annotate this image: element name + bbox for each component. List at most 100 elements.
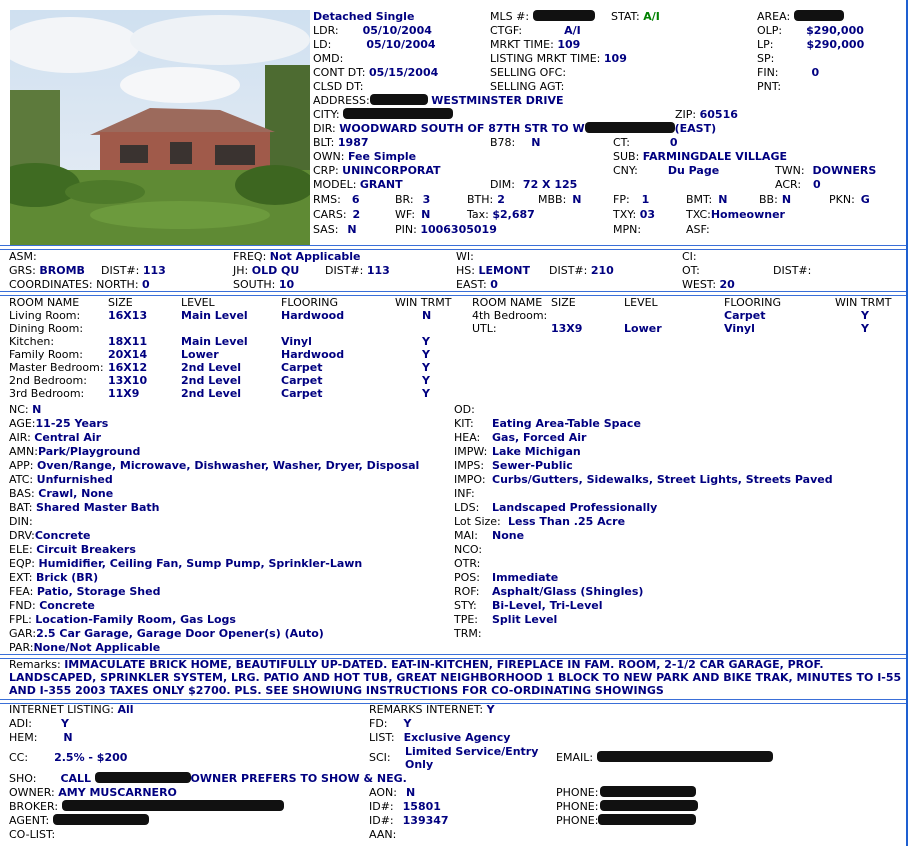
room-level: Lower [181, 348, 219, 361]
room-flooring: Hardwood [281, 309, 345, 322]
feature-item: IMPW: Lake Michigan [454, 445, 581, 458]
room-size: 13X10 [108, 374, 148, 387]
feature-item: AIR: Central Air [9, 431, 102, 444]
closed-date-field: CLSD DT: [313, 80, 364, 93]
room-flooring: Vinyl [724, 322, 755, 335]
baths-field: BTH: 2 [467, 193, 505, 206]
feature-item: INF: [454, 487, 475, 500]
area: AREA: [757, 10, 844, 24]
feature-item: BAT: Shared Master Bath [9, 501, 160, 514]
showing-instructions-field: SHO: CALL OWNER PREFERS TO SHOW & NEG. [9, 772, 407, 785]
room-name: Living Room: [9, 309, 81, 322]
room-name: 2nd Bedroom: [9, 374, 87, 387]
room-win-trmt: Y [422, 387, 430, 400]
room-flooring: Hardwood [281, 348, 345, 361]
high-school-district: DIST#: 210 [549, 264, 614, 277]
ot-district: DIST#: [773, 264, 812, 277]
room-win-trmt: Y [861, 322, 869, 335]
olp-field: OLP: $290,000 [757, 24, 864, 37]
feature-item: TPE: Split Level [454, 613, 558, 626]
rooms-header-win-2: WIN TRMT [835, 296, 892, 309]
feature-item: OTR: [454, 557, 481, 570]
email-field: EMAIL: [556, 751, 773, 765]
feature-item: ROF: Asphalt/Glass (Shingles) [454, 585, 644, 598]
fd-field: FD: Y [369, 717, 412, 730]
model-field: MODEL: GRANT [313, 178, 403, 191]
feature-item: MAI: None [454, 529, 525, 542]
freq-field: FREQ: Not Applicable [233, 250, 361, 263]
feature-item: BAS: Crawl, None [9, 487, 114, 500]
room-size: 16X12 [108, 361, 148, 374]
acreage-field: ACR: 0 [775, 178, 821, 191]
internet-listing-field: INTERNET LISTING: All [9, 703, 134, 716]
room-win-trmt: Y [861, 309, 869, 322]
feature-item: FEA: Patio, Storage Shed [9, 585, 161, 598]
agent-field: AGENT: [9, 814, 149, 828]
feature-item: STY: Bi-Level, Tri-Level [454, 599, 603, 612]
room-level: Main Level [181, 335, 248, 348]
junior-high-field: JH: OLD QU [233, 264, 300, 277]
feature-item: PAR:None/Not Applicable [9, 641, 161, 654]
rooms-header-name-2: ROOM NAME [472, 296, 543, 309]
pin-field: PIN: 1006305019 [395, 223, 497, 236]
room-flooring: Carpet [281, 374, 323, 387]
owner-field: OWNER: AMY MUSCARNERO [9, 786, 177, 799]
feature-item: AGE:11-25 Years [9, 417, 109, 430]
grade-school-field: GRS: BROMB [9, 264, 85, 277]
rooms-header-size: SIZE [108, 296, 133, 309]
parking-field: PKN: G [829, 193, 870, 206]
list-type-field: LIST: Exclusive Agency [369, 731, 511, 744]
feature-item: Lot Size: Less Than .25 Acre [454, 515, 626, 528]
agent-phone-field: PHONE: [556, 814, 697, 828]
cars-field: CARS: 2 [313, 208, 361, 221]
mpn-field: MPN: [613, 223, 642, 236]
mbb-field: MBB: N [538, 193, 582, 206]
room-size: 13X9 [551, 322, 583, 335]
room-win-trmt: Y [422, 335, 430, 348]
remarks-section: Remarks: IMMACULATE BRICK HOME, BEAUTIFU… [9, 658, 902, 697]
fireplaces-field: FP: 1 [613, 193, 650, 206]
address-field: ADDRESS: WESTMINSTER DRIVE [313, 94, 564, 107]
feature-item: OD: [454, 403, 475, 416]
property-type: Detached Single [313, 10, 415, 23]
room-win-trmt: N [422, 309, 432, 322]
ctgf-field: CTGF: A/I [490, 24, 581, 37]
county-field: CNY: Du Page [613, 164, 720, 177]
feature-item: NCO: [454, 543, 483, 556]
rooms-header-size-2: SIZE [551, 296, 576, 309]
room-name: Kitchen: [9, 335, 55, 348]
directions-field: DIR: WOODWARD SOUTH OF 87TH STR TO W (EAS… [313, 122, 717, 135]
selling-office-field: SELLING OFC: [490, 66, 567, 79]
junior-high-district: DIST#: 113 [325, 264, 390, 277]
aon-field: AON: N [369, 786, 416, 799]
sci-field: SCI: [369, 751, 391, 764]
wi-field: WI: [456, 250, 474, 263]
township-field: TWN: DOWNERS [775, 164, 877, 177]
asf-field: ASF: [686, 223, 710, 236]
broker-field: BROKER: [9, 800, 284, 814]
room-win-trmt: Y [422, 361, 430, 374]
rooms-header-flooring-2: FLOORING [724, 296, 782, 309]
room-size: 18X11 [108, 335, 148, 348]
asm-field: ASM: [9, 250, 37, 263]
rooms-header-win: WIN TRMT [395, 296, 452, 309]
corporate-limits-field: CRP: UNINCORPORAT [313, 164, 441, 177]
coordinates-east: EAST: 0 [456, 278, 498, 291]
listing-mrkt-time-field: LISTING MRKT TIME: 109 [490, 52, 627, 65]
feature-item: IMPO: Curbs/Gutters, Sidewalks, Street Li… [454, 473, 833, 486]
coordinates-north: COORDINATES: NORTH: 0 [9, 278, 150, 291]
tax-field: Tax: $2,687 [467, 208, 535, 221]
sci-value-line1: Limited Service/Entry [405, 745, 539, 758]
agent-id-field: ID#: 139347 [369, 814, 449, 827]
feature-item: ATC: Unfurnished [9, 473, 113, 486]
room-win-trmt: Y [422, 348, 430, 361]
rooms-header-level: LEVEL [181, 296, 215, 309]
feature-item: ELE: Circuit Breakers [9, 543, 136, 556]
room-size: 11X9 [108, 387, 140, 400]
ci-field: CI: [682, 250, 697, 263]
pnt-field: PNT: [757, 80, 782, 93]
room-size: 16X13 [108, 309, 148, 322]
feature-item: POS: Immediate [454, 571, 559, 584]
room-name: 3rd Bedroom: [9, 387, 85, 400]
feature-item: NC: N [9, 403, 42, 416]
